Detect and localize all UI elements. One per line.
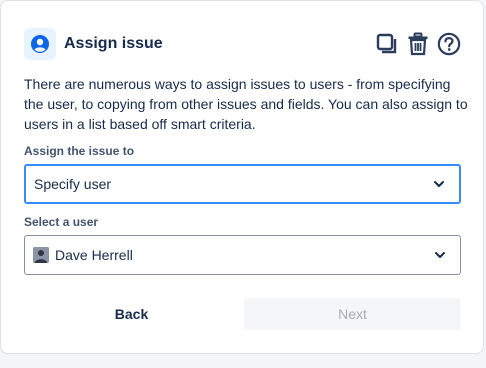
copy-icon[interactable] — [375, 31, 399, 57]
user-select[interactable]: Dave Herrell — [24, 235, 461, 275]
assign-to-value: Specify user — [34, 176, 112, 192]
user-field-label: Select a user — [24, 215, 99, 229]
assign-issue-card: Assign issue There are numerous ways to … — [0, 0, 484, 354]
card-header: Assign issue — [24, 27, 461, 61]
assign-field-label: Assign the issue to — [24, 144, 135, 158]
assign-to-select[interactable]: Specify user — [24, 164, 461, 204]
next-button[interactable]: Next — [244, 298, 461, 330]
trash-icon[interactable] — [406, 31, 430, 57]
card-title: Assign issue — [64, 35, 163, 52]
user-value: Dave Herrell — [55, 247, 133, 263]
back-button[interactable]: Back — [23, 298, 240, 330]
user-circle-icon — [24, 28, 56, 60]
header-actions — [375, 31, 461, 57]
description-text: There are numerous ways to assign issues… — [24, 76, 468, 132]
help-icon[interactable] — [437, 31, 461, 57]
chevron-down-icon — [432, 247, 448, 263]
chevron-down-icon — [431, 176, 447, 192]
avatar — [33, 247, 49, 263]
